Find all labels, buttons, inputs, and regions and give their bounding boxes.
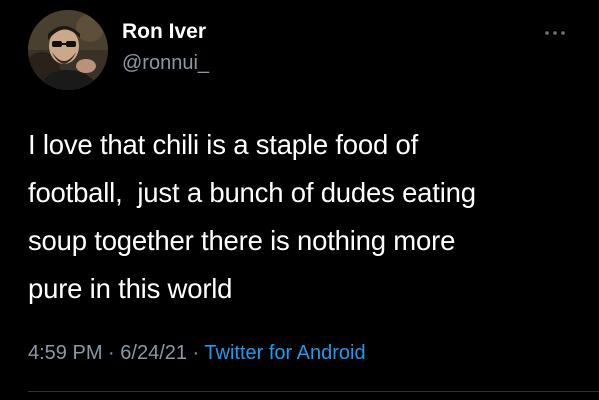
tweet-text: I love that chili is a staple food of fo… [28,121,588,313]
tweet-date[interactable]: 6/24/21 [120,342,187,364]
tweet: Ron Iver @ronnui_ I love that chili is a… [0,0,599,400]
tweet-text-line: football, just a bunch of dudes eating [28,177,476,208]
avatar[interactable] [28,10,108,90]
meta-separator: · [102,342,121,364]
tweet-text-line: pure in this world [28,273,233,304]
tweet-text-line: I love that chili is a staple food of [28,129,419,160]
tweet-meta: 4:59 PM · 6/24/21 · Twitter for Android [28,342,366,365]
avatar-image [28,10,108,90]
tweet-time[interactable]: 4:59 PM [28,342,102,364]
tweet-source-link[interactable]: Twitter for Android [204,342,365,364]
user-handle[interactable]: @ronnui_ [122,52,209,75]
divider [28,391,599,392]
more-horizontal-icon[interactable] [543,26,567,40]
meta-separator: · [187,342,205,364]
tweet-text-line: soup together there is nothing more [28,225,456,256]
display-name[interactable]: Ron Iver [122,20,206,44]
